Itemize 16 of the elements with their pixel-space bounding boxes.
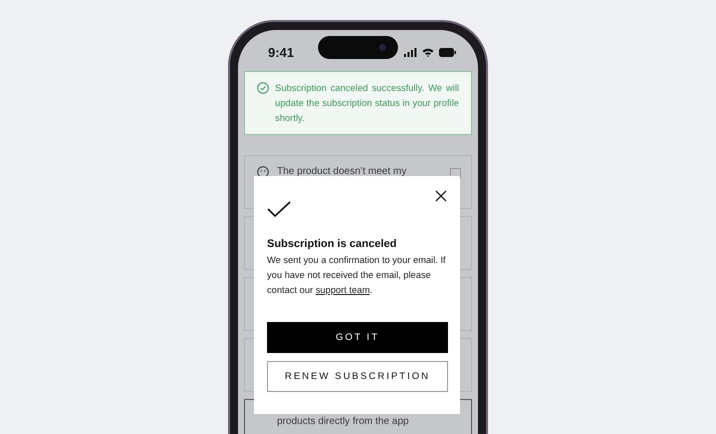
face-icon: [257, 166, 269, 178]
renew-button[interactable]: RENEW SUBSCRIPTION: [267, 361, 448, 392]
battery-icon: [439, 48, 456, 56]
check-circle-icon: [257, 82, 269, 94]
close-icon[interactable]: [434, 189, 448, 203]
support-link[interactable]: support team: [316, 285, 370, 295]
confirm-button[interactable]: GOT IT: [267, 322, 448, 353]
dialog-title: Subscription is canceled: [267, 238, 398, 250]
checkmark-icon: [267, 201, 291, 217]
status-time: 9:41: [268, 44, 294, 60]
toast-message: Subscription canceled successfully. We will update the subscription status in your profile shortly.: [275, 81, 459, 125]
wifi-icon: [422, 48, 434, 56]
option-text: The product doesn’t meet my: [277, 166, 408, 177]
option-text: products directly from the app: [277, 416, 410, 427]
signal-icon: [404, 48, 417, 56]
dialog-message: We sent you a confirmation to your email. If you have not received the email, please contact our support team.: [267, 254, 447, 297]
